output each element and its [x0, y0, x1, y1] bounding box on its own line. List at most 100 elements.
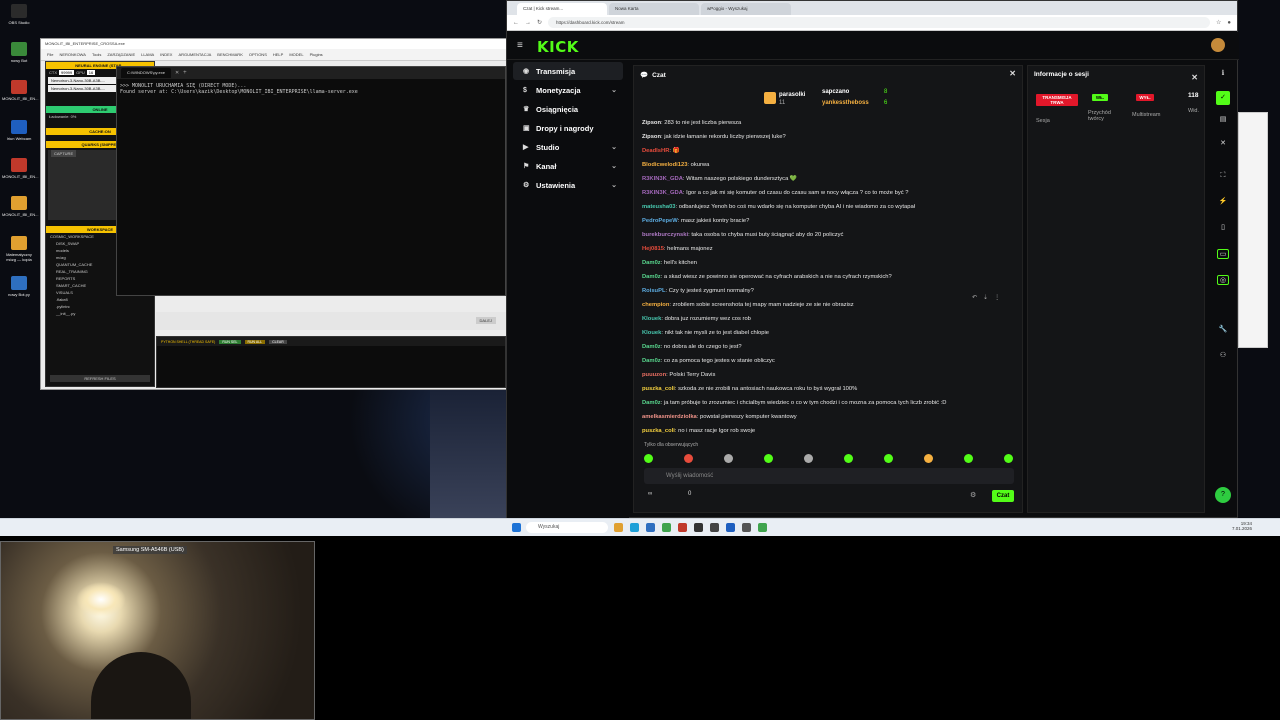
- sidebar-item-kanał[interactable]: ⚑ Kanał ⌄: [513, 157, 623, 175]
- ide-menu-item[interactable]: ZARZĄDZANIE: [107, 52, 135, 57]
- radio-icon[interactable]: ◎: [1217, 275, 1229, 285]
- obs-icon[interactable]: [694, 523, 703, 532]
- chat-username[interactable]: R3KIN3K_GDA: [642, 190, 683, 196]
- desktop-icon[interactable]: nowy Bot.py: [2, 276, 36, 297]
- multistream-badge[interactable]: WYŁ.: [1136, 94, 1154, 101]
- chat-username[interactable]: Klouek: [642, 330, 661, 336]
- dalej-button[interactable]: DALEJ: [475, 317, 496, 324]
- sidebar-item-studio[interactable]: ▶ Studio ⌄: [513, 138, 623, 156]
- app-icon[interactable]: [678, 523, 687, 532]
- browser-tab-new[interactable]: Nowa Karta: [609, 3, 699, 15]
- desktop-icon[interactable]: MONOLIT_IBI_EN...: [2, 80, 38, 101]
- start-icon[interactable]: [512, 523, 521, 532]
- terminal-tab[interactable]: C:\WINDOWS\py.exe: [121, 68, 171, 78]
- emote-icon[interactable]: [804, 454, 813, 463]
- ide-menu-item[interactable]: INDEX: [160, 52, 172, 57]
- ide-menu-item[interactable]: Tools: [92, 52, 101, 57]
- emote-icon[interactable]: [924, 454, 933, 463]
- chat-username[interactable]: DeadIsHR: [642, 148, 669, 154]
- ide-menu-item[interactable]: LLAMA: [141, 52, 154, 57]
- chat-username[interactable]: Zipson: [642, 120, 661, 126]
- emote-icon[interactable]: [724, 454, 733, 463]
- income-badge[interactable]: WŁ.: [1092, 94, 1108, 101]
- folder-icon[interactable]: [614, 523, 623, 532]
- sidebar-item-transmisja[interactable]: ◉ Transmisja: [513, 62, 623, 80]
- bolt-icon[interactable]: ⚡: [1217, 197, 1229, 207]
- chat-input[interactable]: Wyślij wiadomość: [644, 468, 1014, 484]
- taskbar-search[interactable]: Wyszukaj: [526, 522, 608, 533]
- vscode-icon[interactable]: [726, 523, 735, 532]
- store-icon[interactable]: [646, 523, 655, 532]
- chat-username[interactable]: amelkasmierdziolka: [642, 414, 697, 420]
- star-icon[interactable]: ☆: [1216, 19, 1221, 26]
- leader-3-name[interactable]: yankesstheboss: [822, 100, 869, 106]
- emote-icon[interactable]: [1004, 454, 1013, 463]
- chat-username[interactable]: burekburczynski: [642, 232, 688, 238]
- chrome-icon[interactable]: [662, 523, 671, 532]
- sidebar-item-ustawienia[interactable]: ⚙ Ustawienia ⌄: [513, 176, 623, 194]
- capture-button[interactable]: CAPTURE: [51, 150, 77, 157]
- sidebar-item-osiągnięcia[interactable]: ♛ Osiągnięcia: [513, 100, 623, 118]
- emote-icon[interactable]: [684, 454, 693, 463]
- chat-username[interactable]: puuuzon: [642, 372, 666, 378]
- ide-menu-item[interactable]: NERONKOWA: [59, 52, 86, 57]
- gpu-input[interactable]: 16: [86, 70, 96, 75]
- desktop-icon[interactable]: MONOLIT_IBI_EN...: [2, 196, 38, 217]
- chat-username[interactable]: puszka_coli: [642, 386, 675, 392]
- desktop-icon[interactable]: MONOLIT_IBI_EN...: [2, 158, 38, 179]
- chat-username[interactable]: R3KIN3K_GDA: [642, 176, 683, 182]
- chat-username[interactable]: mateusha03: [642, 204, 676, 210]
- info-icon[interactable]: ℹ: [1217, 69, 1229, 79]
- ide-menu-item[interactable]: MODEL: [289, 52, 303, 57]
- browser-tab-search[interactable]: wPoggio - Wyszukaj: [701, 3, 791, 15]
- pin-icon[interactable]: ⇣: [983, 294, 988, 301]
- sidebar-item-monetyzacja[interactable]: $ Monetyzacja ⌄: [513, 81, 623, 99]
- run-all-button[interactable]: RUN ALL: [244, 339, 266, 344]
- python-icon[interactable]: [742, 523, 751, 532]
- chat-close-icon[interactable]: ✕: [1009, 69, 1016, 78]
- browser-tab-chat[interactable]: Czat | Kick stream...: [517, 3, 607, 15]
- forward-icon[interactable]: →: [525, 20, 531, 26]
- chat-toggle-icon[interactable]: ▭: [1217, 249, 1229, 259]
- chat-username[interactable]: Blodicwelodi123: [642, 162, 687, 168]
- ide-menu-item[interactable]: HELP: [273, 52, 283, 57]
- expand-icon[interactable]: ⛶: [1217, 171, 1229, 181]
- kick-logo[interactable]: KICK: [537, 38, 579, 56]
- chat-username[interactable]: Dam0z: [642, 400, 661, 406]
- sidebar-item-dropy-i-nagrody[interactable]: ▣ Dropy i nagrody: [513, 119, 623, 137]
- ide-menu-item[interactable]: ARGUMENTACJA: [178, 52, 211, 57]
- file-tree-item[interactable]: __init__.py: [46, 310, 154, 317]
- desktop-icon[interactable]: OBS Studio: [2, 4, 36, 25]
- ide-menu-item[interactable]: OPTIONS: [249, 52, 267, 57]
- chat-username[interactable]: Klouek: [642, 316, 661, 322]
- desktop-icon[interactable]: nowy Bot: [2, 42, 36, 63]
- doc-icon[interactable]: ▯: [1217, 223, 1229, 233]
- users-icon[interactable]: ⚇: [1217, 351, 1229, 361]
- chat-username[interactable]: PedroPepeW: [642, 218, 678, 224]
- more-icon[interactable]: ⋮: [994, 294, 1000, 301]
- file-tree-item[interactable]: .flake8: [46, 296, 154, 303]
- hamburger-icon[interactable]: ≡: [517, 40, 523, 51]
- emote-icon[interactable]: [884, 454, 893, 463]
- chat-username[interactable]: Dam0z: [642, 274, 661, 280]
- chat-settings-icon[interactable]: ⚙: [970, 491, 976, 499]
- emote-icon[interactable]: [844, 454, 853, 463]
- clear-button[interactable]: CLEAR: [269, 339, 287, 344]
- file-tree-item[interactable]: .pylintrc: [46, 303, 154, 310]
- send-button[interactable]: Czat: [992, 490, 1014, 502]
- reload-icon[interactable]: ↻: [537, 19, 542, 26]
- ide-menu-item[interactable]: BENCHMARK: [217, 52, 243, 57]
- chat-username[interactable]: Zipson: [642, 134, 661, 140]
- ide-menu-item[interactable]: File: [47, 52, 53, 57]
- rail-close-icon[interactable]: ✕: [1217, 139, 1229, 149]
- edge-icon[interactable]: [630, 523, 639, 532]
- chat-username[interactable]: RoisuPL: [642, 288, 666, 294]
- wrench-icon[interactable]: 🔧: [1217, 325, 1229, 335]
- chat-username[interactable]: Dam0z: [642, 344, 661, 350]
- close-tab-icon[interactable]: ✕: [175, 70, 179, 76]
- layout-icon[interactable]: ▤: [1217, 115, 1229, 125]
- leader-1-name[interactable]: parasolki: [779, 92, 805, 98]
- new-tab-icon[interactable]: +: [183, 70, 187, 76]
- refresh-files-button[interactable]: REFRESH FILES: [50, 375, 150, 382]
- desktop-icon[interactable]: Matematyczny mózg — kopia: [2, 236, 36, 262]
